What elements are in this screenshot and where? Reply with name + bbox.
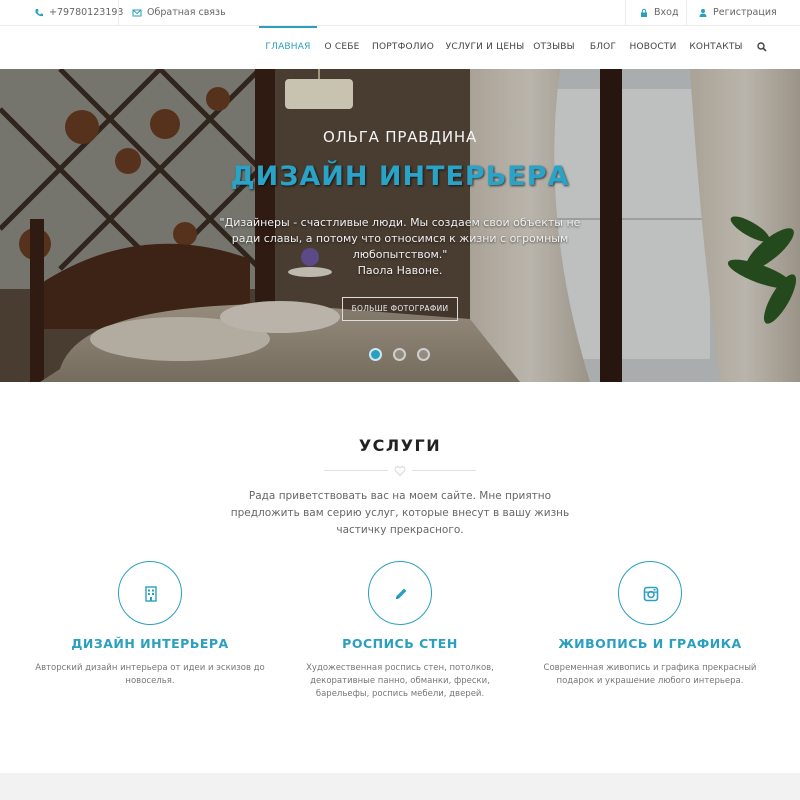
nav-blog[interactable]: БЛОГ: [586, 26, 620, 69]
main-nav: ГЛАВНАЯ О СЕБЕ ПОРТФОЛИО УСЛУГИ И ЦЕНЫ О…: [0, 26, 800, 69]
nav-home[interactable]: ГЛАВНАЯ: [259, 26, 317, 69]
section-divider: [324, 466, 476, 477]
topbar-divider: [625, 0, 626, 26]
hero-title: ДИЗАЙН ИНТЕРЬЕРА: [230, 161, 570, 192]
service-description: Авторский дизайн интерьера от идеи и эск…: [35, 663, 265, 686]
divider-line: [412, 470, 476, 471]
nav-portfolio[interactable]: ПОРТФОЛИО: [371, 26, 435, 69]
service-icon-circle[interactable]: [618, 561, 682, 625]
login-label: Вход: [654, 7, 679, 18]
footer-band: [0, 773, 800, 800]
user-icon: [698, 8, 708, 18]
slider-dot-3[interactable]: [417, 348, 430, 361]
top-bar: +79780123193 Обратная связь Вход Регистр…: [0, 0, 800, 26]
register-label: Регистрация: [713, 7, 777, 18]
hero-quote-text: "Дизайнеры - счастливые люди. Мы создаем…: [219, 216, 581, 261]
hero-slider: ОЛЬГА ПРАВДИНА ДИЗАЙН ИНТЕРЬЕРА "Дизайне…: [0, 69, 800, 382]
services-heading: УСЛУГИ: [358, 436, 442, 455]
feedback-link[interactable]: Обратная связь: [132, 0, 226, 26]
topbar-divider: [118, 0, 119, 26]
slider-dot-2[interactable]: [393, 348, 406, 361]
phone-icon: [34, 8, 44, 18]
hero-quote-author: Паола Навоне.: [357, 264, 443, 277]
heart-icon: [394, 466, 406, 477]
service-title[interactable]: РОСПИСЬ СТЕН: [280, 636, 520, 651]
services-intro: Рада приветствовать вас на моем сайте. М…: [230, 490, 570, 536]
service-description: Художественная роспись стен, потолков, д…: [306, 663, 494, 699]
search-icon: [757, 41, 767, 52]
search-button[interactable]: [753, 26, 771, 69]
service-title[interactable]: ДИЗАЙН ИНТЕРЬЕРА: [30, 636, 270, 651]
nav-reviews[interactable]: ОТЗЫВЫ: [532, 26, 576, 69]
nav-news[interactable]: НОВОСТИ: [629, 26, 677, 69]
building-icon: [145, 586, 157, 602]
login-link[interactable]: Вход: [639, 0, 679, 26]
nav-about[interactable]: О СЕБЕ: [321, 26, 363, 69]
hero-subtitle: ОЛЬГА ПРАВДИНА: [322, 128, 478, 146]
nav-services-prices[interactable]: УСЛУГИ И ЦЕНЫ: [444, 26, 526, 69]
lock-icon: [639, 8, 649, 18]
slider-dot-1[interactable]: [369, 348, 382, 361]
topbar-divider: [686, 0, 687, 26]
service-icon-circle[interactable]: [368, 561, 432, 625]
feedback-label: Обратная связь: [147, 7, 226, 18]
hero-quote: "Дизайнеры - счастливые люди. Мы создаем…: [208, 215, 592, 279]
phone-link[interactable]: +79780123193: [34, 0, 123, 26]
slider-dots: [0, 348, 800, 362]
instagram-icon: [643, 586, 659, 602]
nav-contacts[interactable]: КОНТАКТЫ: [688, 26, 744, 69]
service-icon-circle[interactable]: [118, 561, 182, 625]
pencil-icon: [396, 588, 407, 599]
phone-number: +79780123193: [49, 7, 124, 18]
more-photos-button[interactable]: БОЛЬШЕ ФОТОГРАФИИ: [342, 297, 458, 321]
register-link[interactable]: Регистрация: [698, 0, 777, 26]
service-title[interactable]: ЖИВОПИСЬ И ГРАФИКА: [530, 636, 770, 651]
divider-line: [324, 470, 388, 471]
envelope-icon: [132, 8, 142, 18]
service-description: Современная живопись и графика прекрасны…: [543, 663, 757, 686]
